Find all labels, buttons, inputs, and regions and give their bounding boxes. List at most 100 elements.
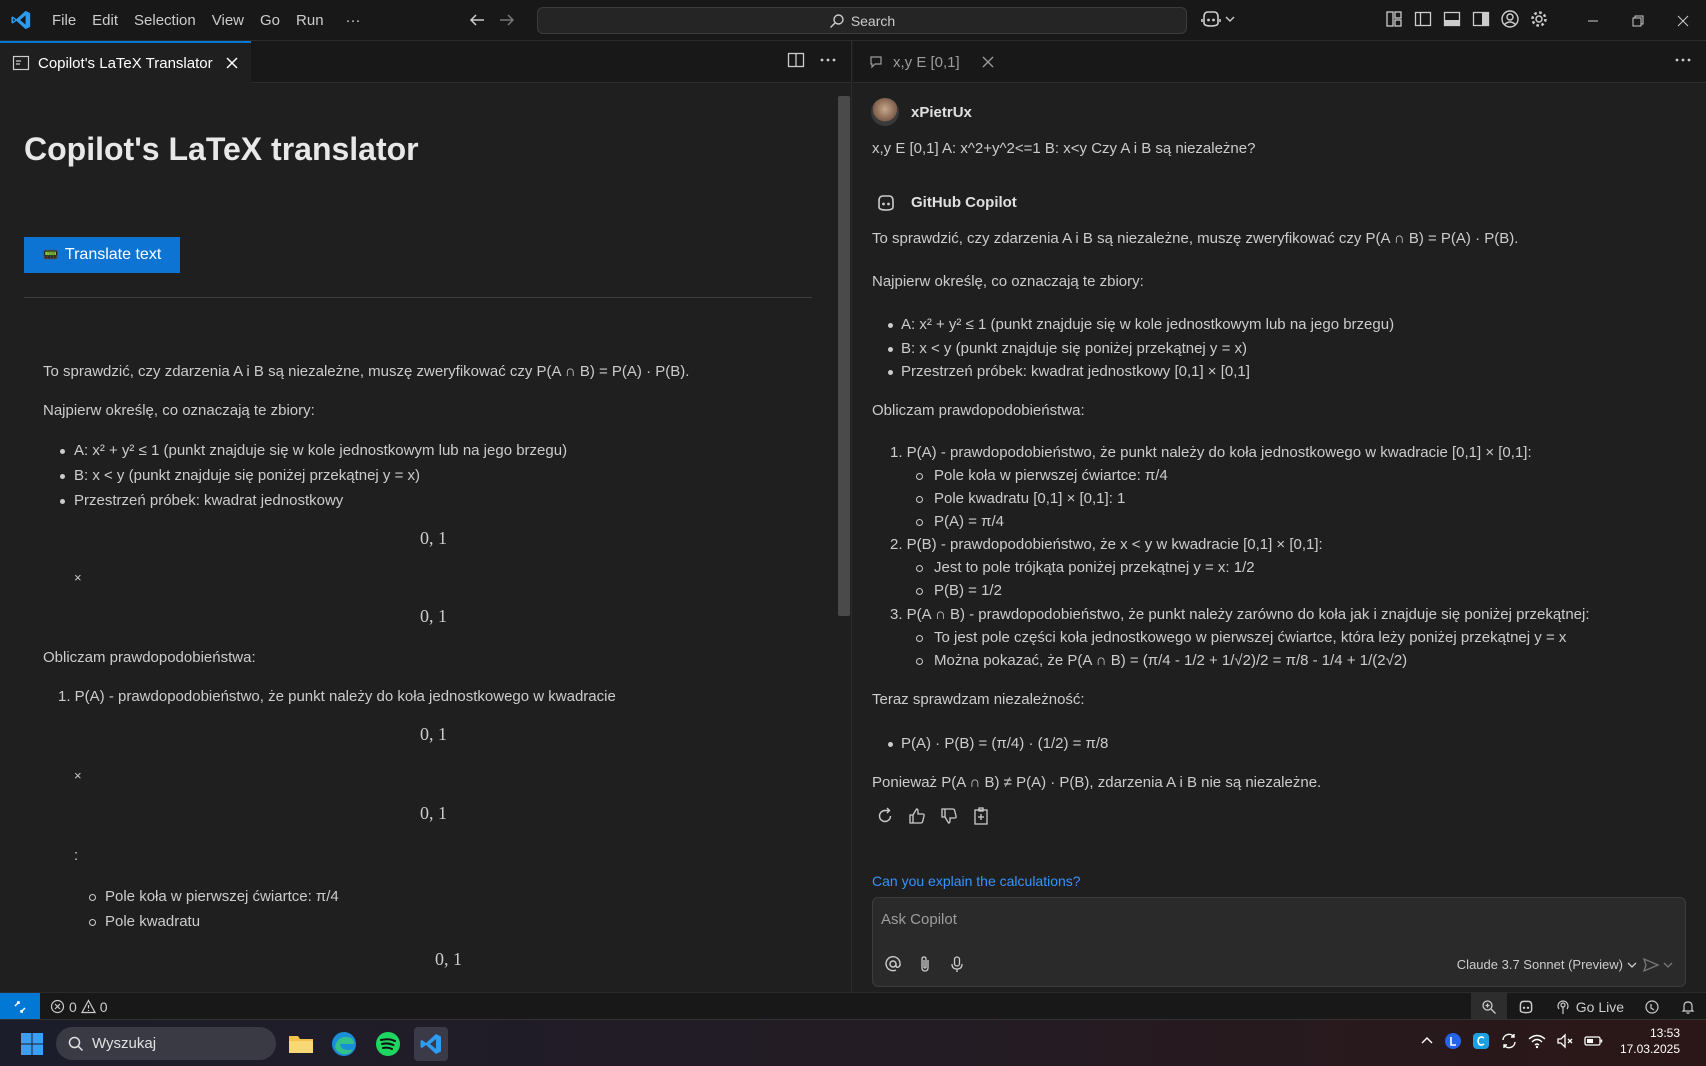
- sync-icon[interactable]: [1500, 1032, 1518, 1050]
- bullet: [888, 370, 893, 375]
- chat-input[interactable]: Ask Copilot: [881, 911, 957, 928]
- pager-icon: 📟: [42, 247, 59, 262]
- status-bar: 0 0 Go Live: [0, 992, 1706, 1020]
- list-item: 1. P(A) - prawdopodobieństwo, że punkt n…: [58, 688, 616, 705]
- list-item: B: x < y (punkt znajduje się poniżej prz…: [901, 340, 1248, 357]
- tray-app-l-icon[interactable]: [1444, 1032, 1462, 1050]
- forward-arrow-icon[interactable]: [497, 10, 517, 30]
- retry-icon[interactable]: [875, 806, 895, 826]
- split-editor-icon[interactable]: [787, 51, 805, 69]
- menu-bar: File Edit Selection View Go Run ···: [44, 0, 369, 41]
- math-block: 0, 1: [420, 606, 447, 626]
- response-actions: [875, 806, 991, 826]
- sub-list-item: Pole kwadratu [0,1] × [0,1]: 1: [934, 490, 1126, 507]
- close-window-button[interactable]: [1660, 0, 1705, 41]
- toggle-panel-icon[interactable]: [1442, 9, 1462, 29]
- wifi-icon[interactable]: [1528, 1032, 1546, 1050]
- bullet: [888, 742, 893, 747]
- battery-icon[interactable]: [1584, 1032, 1604, 1050]
- edge-icon: [331, 1031, 357, 1057]
- menu-run[interactable]: Run: [288, 0, 332, 41]
- chevron-up-icon[interactable]: [1420, 1034, 1434, 1048]
- vscode-logo-icon: [10, 9, 32, 31]
- preview-icon: [12, 54, 30, 72]
- scrollbar-thumb[interactable]: [838, 96, 850, 616]
- vscode-app[interactable]: [414, 1027, 448, 1061]
- git-graph-button[interactable]: [1634, 993, 1670, 1020]
- search-icon: [829, 13, 845, 29]
- account-icon[interactable]: [1500, 9, 1520, 29]
- sub-bullet: [916, 565, 923, 572]
- sub-list-item: Pole koła w pierwszej ćwiartce: π/4: [105, 888, 339, 905]
- insert-into-editor-icon[interactable]: [971, 806, 991, 826]
- close-icon[interactable]: [225, 56, 239, 70]
- bullet: [888, 323, 893, 328]
- command-center-search[interactable]: Search: [537, 7, 1187, 34]
- sub-list-item: Pole koła w pierwszej ćwiartce: π/4: [934, 467, 1168, 484]
- menu-file[interactable]: File: [44, 0, 84, 41]
- copilot-status-button[interactable]: [1507, 993, 1545, 1020]
- bullet: [888, 347, 893, 352]
- paperclip-icon[interactable]: [915, 954, 935, 974]
- chat-input-box[interactable]: Ask Copilot Claude 3.7 Sonnet (Preview): [872, 897, 1686, 987]
- bot-name: GitHub Copilot: [911, 194, 1017, 211]
- chevron-down-icon: [1663, 960, 1673, 970]
- thumbs-up-icon[interactable]: [907, 806, 927, 826]
- avatar: [871, 98, 899, 126]
- minimize-button[interactable]: [1570, 0, 1615, 41]
- menu-selection[interactable]: Selection: [126, 0, 204, 41]
- sub-bullet: [916, 635, 923, 642]
- microphone-icon[interactable]: [947, 954, 967, 974]
- followup-suggestion[interactable]: Can you explain the calculations?: [872, 873, 1081, 889]
- page-title: Copilot's LaTeX translator: [24, 131, 419, 167]
- edge-app[interactable]: [327, 1027, 361, 1061]
- spotify-app[interactable]: [371, 1027, 405, 1061]
- back-arrow-icon[interactable]: [467, 10, 487, 30]
- history-icon: [1644, 999, 1660, 1015]
- tab-chat[interactable]: x,y E [0,1]: [853, 41, 1006, 83]
- zoom-button[interactable]: [1470, 993, 1507, 1020]
- windows-taskbar: Wyszukaj 13:53 17.03.2025: [0, 1019, 1706, 1066]
- go-live-label: Go Live: [1575, 998, 1624, 1015]
- sub-bullet: [89, 919, 96, 926]
- notifications-button[interactable]: [1670, 993, 1706, 1020]
- taskbar-search[interactable]: Wyszukaj: [56, 1027, 276, 1060]
- system-tray: [1420, 1032, 1604, 1050]
- tray-app-c-icon[interactable]: [1472, 1032, 1490, 1050]
- bullet: [60, 474, 65, 479]
- customize-layout-icon[interactable]: [1384, 9, 1404, 29]
- toggle-primary-sidebar-icon[interactable]: [1413, 9, 1433, 29]
- restore-button[interactable]: [1615, 0, 1660, 41]
- mention-icon[interactable]: [883, 954, 903, 974]
- translate-button[interactable]: 📟 Translate text: [24, 237, 180, 273]
- thumbs-down-icon[interactable]: [939, 806, 959, 826]
- problems-indicator[interactable]: 0 0: [50, 993, 108, 1020]
- taskbar-clock[interactable]: 13:53 17.03.2025: [1620, 1025, 1680, 1057]
- speaker-muted-icon[interactable]: [1556, 1032, 1574, 1050]
- model-picker[interactable]: Claude 3.7 Sonnet (Preview): [1457, 957, 1637, 972]
- remote-icon: [12, 999, 28, 1015]
- menu-view[interactable]: View: [204, 0, 252, 41]
- menu-go[interactable]: Go: [252, 0, 288, 41]
- tab-label: Copilot's LaTeX Translator: [38, 54, 213, 72]
- tab-latex-translator[interactable]: Copilot's LaTeX Translator: [0, 41, 251, 83]
- list-item: Przestrzeń próbek: kwadrat jednostkowy […: [901, 363, 1250, 380]
- warning-icon: [80, 999, 96, 1014]
- more-actions-icon[interactable]: [819, 51, 837, 69]
- remote-button[interactable]: [0, 993, 40, 1020]
- toggle-secondary-sidebar-icon[interactable]: [1471, 9, 1491, 29]
- gear-icon[interactable]: [1529, 9, 1549, 29]
- more-actions-icon[interactable]: [1674, 51, 1692, 69]
- close-icon[interactable]: [982, 56, 994, 68]
- error-count: 0: [69, 998, 77, 1015]
- windows-start-icon[interactable]: [20, 1032, 44, 1056]
- clock-date: 17.03.2025: [1619, 1042, 1680, 1056]
- file-explorer-app[interactable]: [284, 1027, 318, 1061]
- menu-more[interactable]: ···: [338, 0, 369, 41]
- go-live-button[interactable]: Go Live: [1545, 993, 1634, 1020]
- menu-edit[interactable]: Edit: [84, 0, 126, 41]
- send-button[interactable]: [1642, 956, 1673, 974]
- spotify-icon: [375, 1031, 401, 1057]
- folder-icon: [288, 1033, 314, 1055]
- copilot-menu[interactable]: [1200, 9, 1236, 29]
